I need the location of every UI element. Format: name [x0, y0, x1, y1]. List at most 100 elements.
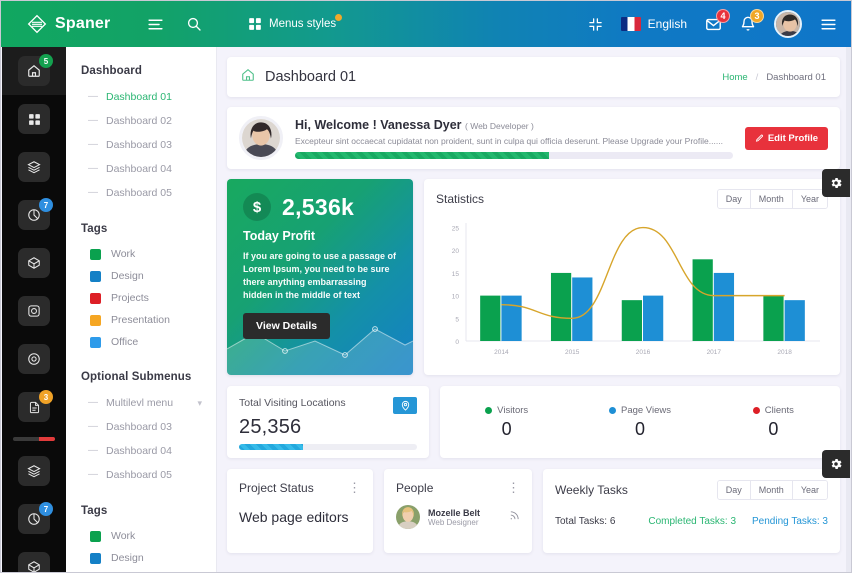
messages-button[interactable]: 4	[705, 8, 730, 33]
sidebar-item-dashboard-01[interactable]: — Dashboard 01	[66, 85, 216, 109]
weekly-total-tasks: Total Tasks: 6	[555, 516, 616, 527]
legend-label: Clients	[764, 404, 794, 416]
language-selector[interactable]: English	[620, 17, 687, 31]
sidebar-item-dashboard-02[interactable]: — Dashboard 02	[66, 109, 216, 133]
sidebar-item-label: Dashboard 03	[106, 139, 172, 151]
dash-icon: —	[88, 187, 98, 198]
sidebar-item-label: Dashboard 05	[106, 187, 172, 199]
legend-item-clients: Clients 0	[707, 405, 840, 440]
tag-color-swatch	[90, 314, 101, 326]
grid-icon	[248, 17, 262, 31]
rail-item-grid[interactable]	[2, 95, 66, 143]
dash-icon: —	[88, 139, 98, 150]
sidebar-item-dashboard-05[interactable]: — Dashboard 05	[66, 181, 216, 205]
statistics-range-day[interactable]: Day	[717, 190, 751, 208]
kebab-menu-icon[interactable]: ⋮	[507, 481, 520, 495]
project-status-header: Project Status ⋮	[227, 469, 373, 495]
person-role: Web Designer	[428, 517, 479, 527]
tag-label: Work	[111, 248, 136, 260]
menu-icon[interactable]	[147, 16, 164, 33]
rail-item-layers-2[interactable]	[2, 447, 66, 495]
edit-profile-label: Edit Profile	[767, 132, 818, 144]
sidebar-section-tags-2: Tags	[81, 505, 108, 517]
rail-item-box-2[interactable]	[2, 543, 66, 572]
tag-label: Design	[111, 552, 144, 564]
sidebar-item-dashboard-03-b[interactable]: — Dashboard 03	[66, 415, 216, 439]
page-title: Dashboard 01	[265, 69, 357, 85]
sidebar-item-label: Dashboard 05	[106, 469, 172, 481]
weekly-range-month[interactable]: Month	[750, 481, 793, 499]
sidebar-item-label: Multilevl menu	[106, 397, 174, 409]
right-menu-icon[interactable]	[820, 16, 837, 33]
legend-item-page-views: Page Views 0	[573, 405, 706, 440]
weekly-tasks-title: Weekly Tasks	[555, 483, 628, 497]
weekly-range-day[interactable]: Day	[717, 481, 751, 499]
edit-profile-button[interactable]: Edit Profile	[744, 126, 828, 150]
rail-item-circle-stack[interactable]	[2, 287, 66, 335]
sidebar-item-dashboard-03[interactable]: — Dashboard 03	[66, 133, 216, 157]
legend-item-visitors: Visitors 0	[440, 405, 573, 440]
top-header: Spaner Menus styles English 4 3	[1, 1, 851, 47]
sidebar-item-label: Dashboard 04	[106, 445, 172, 457]
sidebar-tag-office[interactable]: Office	[66, 331, 216, 353]
brand[interactable]: Spaner	[1, 14, 129, 34]
sidebar-section-tags: Tags	[81, 223, 108, 235]
visiting-locations-header: Total Visiting Locations	[239, 397, 417, 414]
sidebar-item-multilevel-menu[interactable]: — Multilevl menu ▾	[66, 391, 216, 415]
view-details-button[interactable]: View Details	[243, 313, 331, 340]
sidebar-item-dashboard-05-b[interactable]: — Dashboard 05	[66, 463, 216, 487]
avatar[interactable]	[774, 10, 802, 38]
legend-value: 0	[768, 418, 779, 439]
breadcrumb-home-link[interactable]: Home	[722, 72, 747, 83]
settings-gear-top-button[interactable]	[822, 169, 850, 197]
weekly-range-toggle: Day Month Year	[716, 480, 828, 500]
notifications-button[interactable]: 3	[740, 9, 764, 32]
menus-styles-button[interactable]: Menus styles	[248, 14, 343, 31]
settings-gear-bottom-button[interactable]	[822, 450, 850, 478]
person-info: Mozelle Belt Web Designer	[428, 508, 480, 527]
weekly-range-year[interactable]: Year	[792, 481, 827, 499]
rail-item-analytics[interactable]: 7	[2, 191, 66, 239]
sidebar-item-dashboard-04-b[interactable]: — Dashboard 04	[66, 439, 216, 463]
rail-item-analytics-2[interactable]: 7	[2, 495, 66, 543]
statistics-range-month[interactable]: Month	[750, 190, 793, 208]
menus-styles-label: Menus styles	[269, 18, 337, 30]
box-icon	[18, 552, 50, 572]
scrollbar[interactable]	[846, 47, 851, 572]
dash-icon: —	[88, 115, 98, 126]
sidebar-tag-design[interactable]: Design	[66, 265, 216, 287]
list-item[interactable]: Mozelle Belt Web Designer	[384, 495, 532, 529]
sidebar-tag-presentation[interactable]: Presentation	[66, 309, 216, 331]
rail-item-layers[interactable]	[2, 143, 66, 191]
sidebar-tag-design-2[interactable]: Design	[66, 547, 216, 569]
svg-text:5: 5	[455, 316, 459, 323]
rail-item-target[interactable]	[2, 335, 66, 383]
diamond-stack-logo-icon	[27, 14, 47, 34]
sidebar-tag-work-2[interactable]: Work	[66, 525, 216, 547]
tag-color-swatch	[90, 292, 101, 304]
today-profit-amount: 2,536k	[282, 193, 355, 220]
sidebar-item-dashboard-04[interactable]: — Dashboard 04	[66, 157, 216, 181]
project-status-card: Project Status ⋮ Web page editors	[227, 469, 373, 553]
svg-text:25: 25	[452, 226, 460, 233]
sidebar-tag-projects[interactable]: Projects	[66, 287, 216, 309]
rss-icon[interactable]	[509, 508, 520, 526]
project-status-title: Project Status	[239, 481, 314, 495]
icon-rail: 5 7 3 7	[2, 47, 66, 572]
language-label: English	[647, 17, 687, 31]
person-name: Mozelle Belt	[428, 507, 481, 518]
visiting-progress-track	[239, 444, 417, 450]
legend-page-views-top: Page Views	[573, 405, 706, 416]
sidebar-tag-work[interactable]: Work	[66, 243, 216, 265]
search-icon[interactable]	[186, 16, 202, 32]
tag-label: Office	[111, 336, 139, 348]
fullscreen-icon[interactable]	[588, 17, 603, 32]
avatar	[239, 116, 283, 160]
rail-item-home[interactable]: 5	[2, 47, 66, 95]
kebab-menu-icon[interactable]: ⋮	[348, 481, 361, 495]
rail-item-documents[interactable]: 3	[2, 383, 66, 431]
statistics-chart-svg: 0 5 10 15 20 25 2014 2015 2016 2017 2018	[452, 223, 820, 356]
rail-item-box[interactable]	[2, 239, 66, 287]
project-status-body: Web page editors	[239, 509, 349, 525]
legend-label: Visitors	[497, 404, 529, 416]
